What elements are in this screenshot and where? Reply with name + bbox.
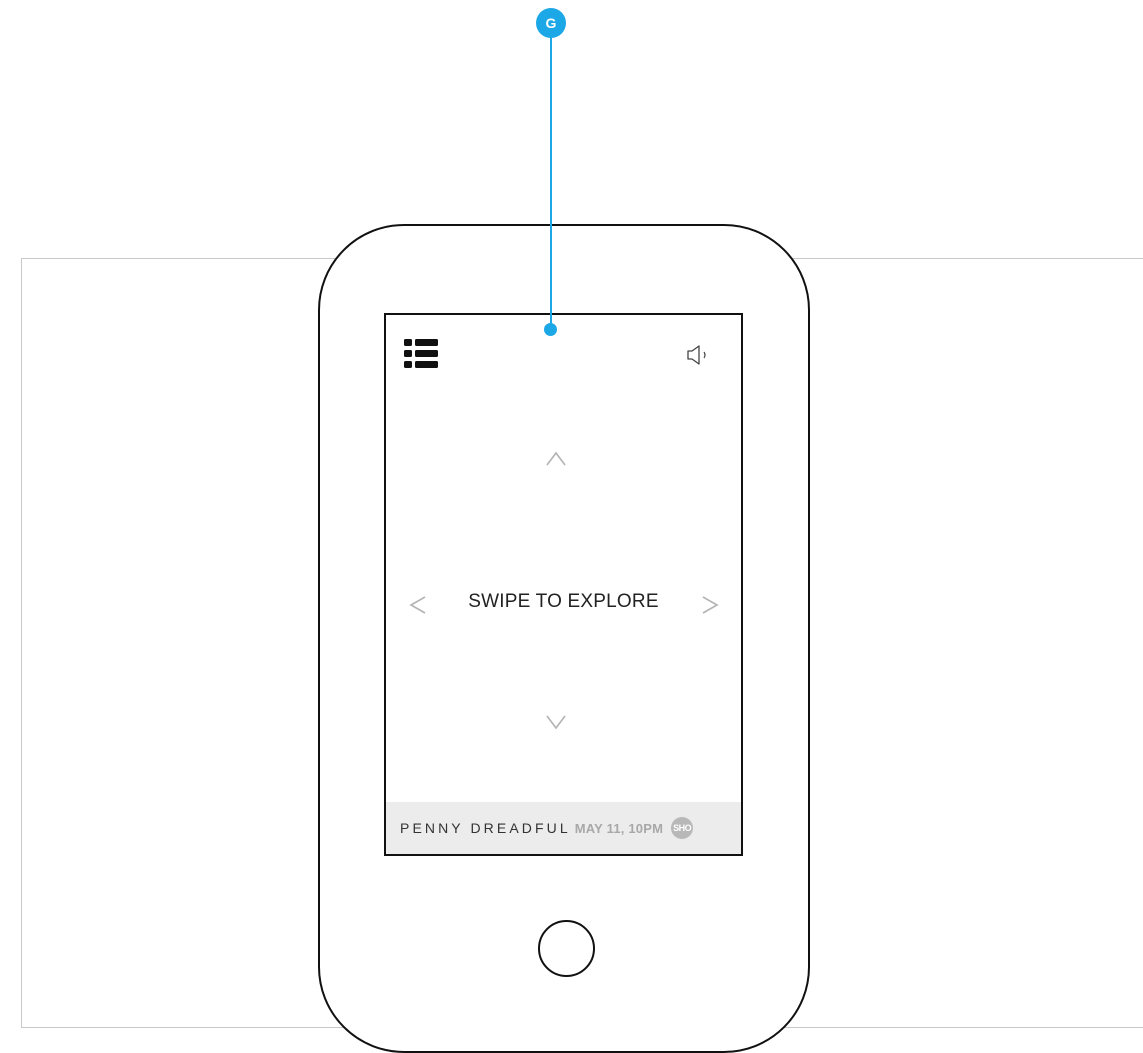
home-button[interactable] [538,920,595,977]
show-title: PENNY DREADFUL [400,820,571,836]
canvas: SWIPE TO EXPLORE PENNY DREADFUL MAY 11, … [0,0,1143,1053]
phone-screen[interactable]: SWIPE TO EXPLORE PENNY DREADFUL MAY 11, … [384,313,743,856]
chevron-up-icon[interactable] [544,447,568,471]
promo-banner[interactable]: PENNY DREADFUL MAY 11, 10PM SHO [386,802,741,854]
network-logo: SHO [671,817,694,839]
callout-anchor-dot [544,323,557,336]
swipe-prompt: SWIPE TO EXPLORE [468,591,659,612]
air-date: MAY 11, 10PM [574,820,664,836]
chevron-right-icon[interactable] [700,593,720,617]
chevron-down-icon[interactable] [544,710,568,734]
list-menu-icon[interactable] [404,339,438,369]
callout-leader-line [550,30,552,330]
callout-badge: G [536,8,566,38]
speaker-icon[interactable] [686,345,714,365]
